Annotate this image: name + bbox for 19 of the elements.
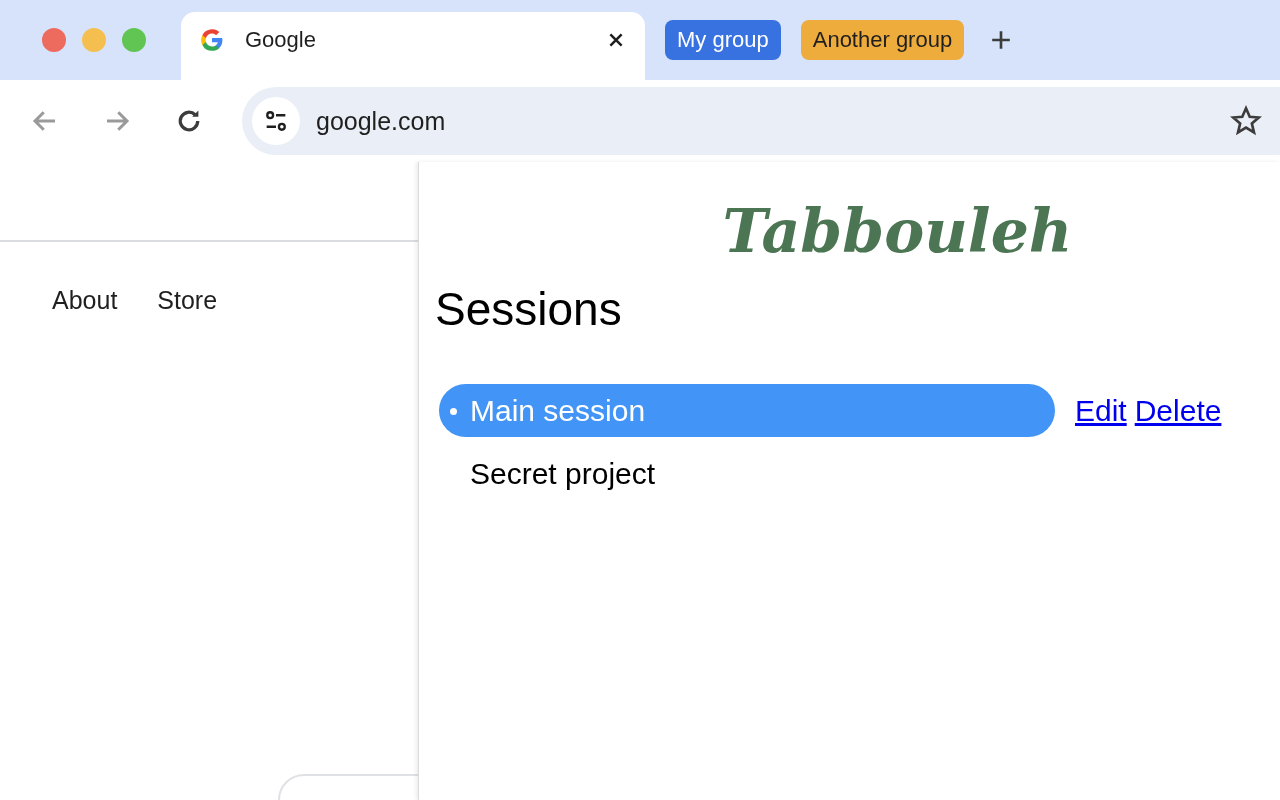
session-item[interactable]: Secret project — [439, 447, 1055, 500]
address-bar[interactable]: google.com — [242, 87, 1280, 155]
action-link[interactable]: Edit — [1075, 393, 1127, 428]
app-logo: Tabbouleh — [722, 196, 1073, 266]
panel-heading: Sessions — [435, 282, 623, 336]
tab-group-chip[interactable]: Another group — [800, 20, 965, 60]
nav-link[interactable]: Store — [157, 286, 218, 315]
bookmark-star-icon[interactable] — [1230, 105, 1262, 137]
google-logo-icon — [199, 27, 225, 53]
bullet-icon — [450, 408, 457, 415]
action-link[interactable]: Delete — [1134, 393, 1222, 428]
close-tab-icon[interactable] — [607, 31, 625, 49]
maximize-window-icon[interactable] — [122, 28, 146, 52]
site-settings-icon[interactable] — [252, 97, 300, 145]
close-window-icon[interactable] — [42, 28, 66, 52]
nav-link[interactable]: About — [52, 286, 118, 315]
browser-tab[interactable]: Google — [181, 12, 645, 80]
new-tab-icon[interactable] — [990, 29, 1013, 51]
tab-group-chip[interactable]: My group — [665, 20, 781, 60]
